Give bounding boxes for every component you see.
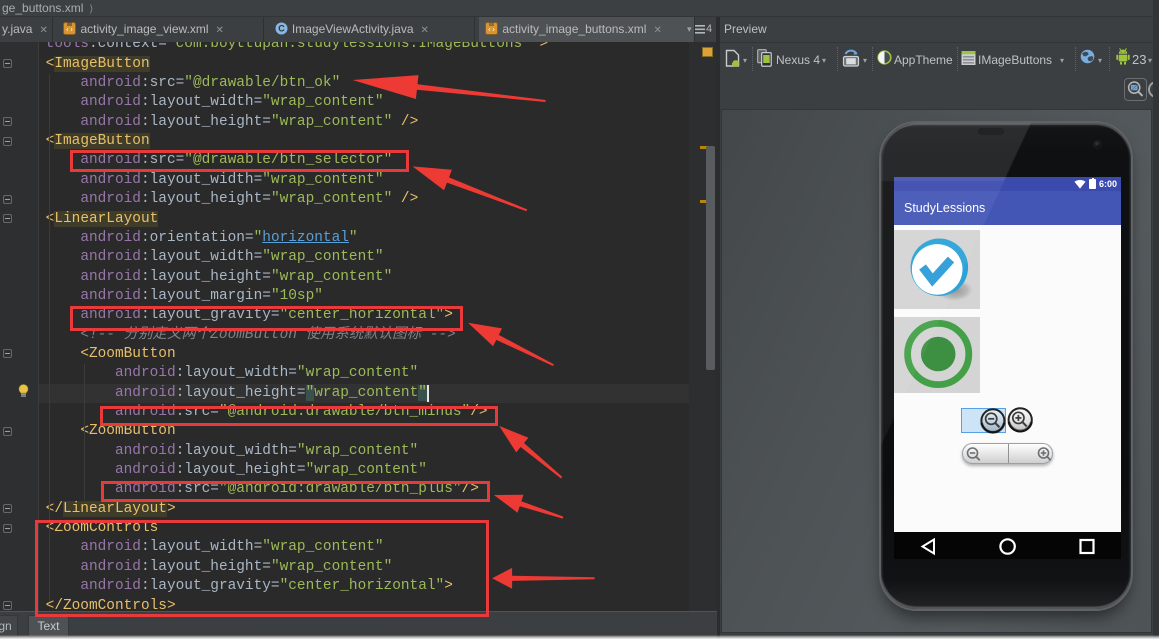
svg-text:‹›: ‹› bbox=[488, 27, 496, 35]
svg-text:‹›: ‹› bbox=[66, 27, 74, 35]
svg-text:C: C bbox=[278, 24, 285, 34]
